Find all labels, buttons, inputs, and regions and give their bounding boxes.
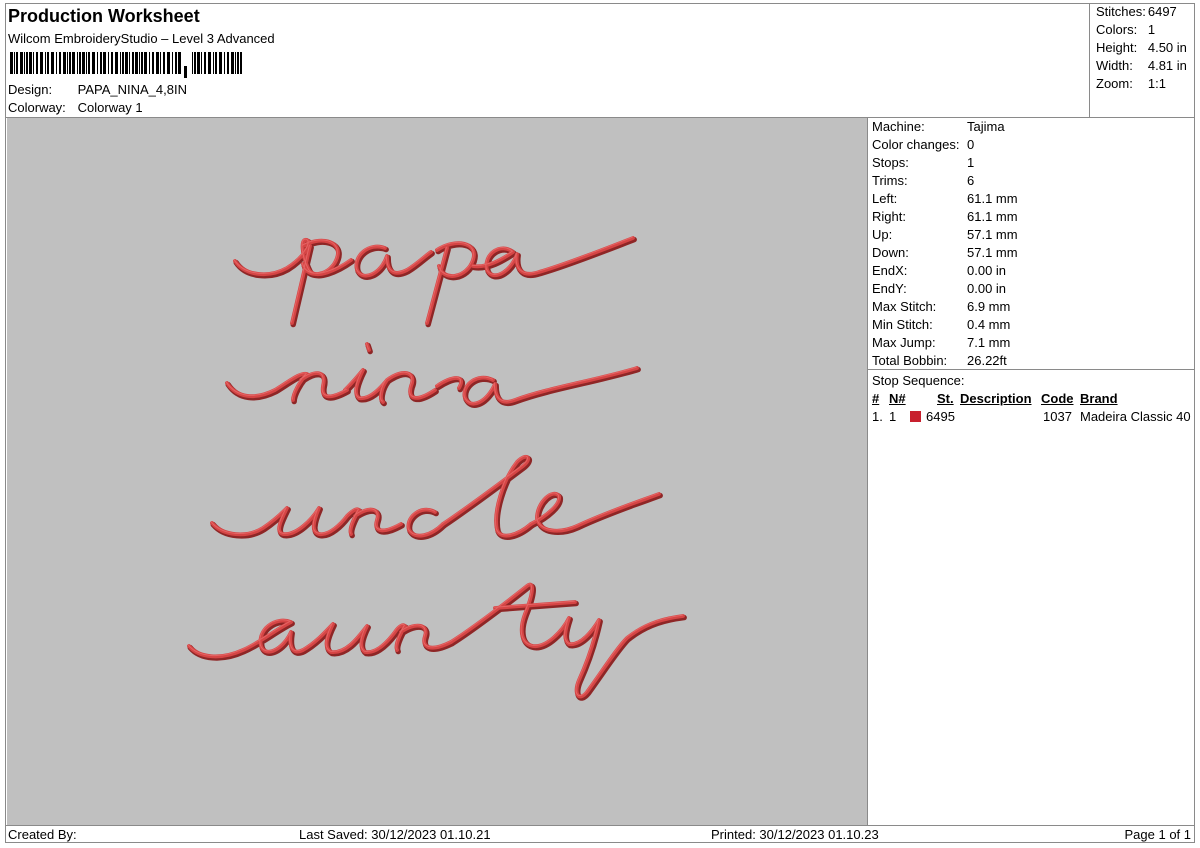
machine-info-label: Min Stitch: [872,317,933,332]
col-code: Code [1041,391,1074,406]
machine-info-row: Color changes: 0 [868,136,1018,154]
summary-label: Colors: [1096,22,1138,37]
machine-info-value: 7.1 mm [967,335,1011,350]
machine-info-label: Trims: [872,173,908,188]
machine-info-row: Right: 61.1 mm [868,208,1018,226]
design-preview [7,118,868,825]
machine-info-row: Total Bobbin: 26.22ft [868,352,1018,370]
design-value: PAPA_NINA_4,8IN [77,82,187,97]
stop-sequence: Stop Sequence: # N# St. Description Code… [872,372,1192,426]
machine-info-label: Stops: [872,155,909,170]
machine-info-label: EndX: [872,263,908,278]
machine-info-value: 0.00 in [967,281,1007,296]
machine-info-label: Machine: [872,119,925,134]
summary-row: Stitches: 6497 [1090,3,1187,21]
col-description: Description [960,391,1032,406]
software-name: Wilcom EmbroideryStudio – Level 3 Advanc… [8,31,275,46]
stop-brand: Madeira Classic 40 [1080,409,1191,424]
page-number: Page 1 of 1 [1124,827,1192,842]
stop-row: 1. 1 6495 1037 Madeira Classic 40 [872,408,1192,426]
summary-row: Colors: 1 [1090,21,1187,39]
machine-info-row: Max Stitch: 6.9 mm [868,298,1018,316]
machine-info-label: Max Stitch: [872,299,937,314]
footer: Created By: Last Saved: 30/12/2023 01.10… [5,825,1195,844]
machine-info-value: 0.00 in [967,263,1007,278]
colorway-label: Colorway: [8,100,66,115]
design-summary: Stitches: 6497 Colors: 1 Height: 4.50 in Wi… [1089,3,1195,117]
machine-info-label: EndY: [872,281,907,296]
summary-label: Zoom: [1096,76,1133,91]
summary-row: Width: 4.81 in [1090,57,1187,75]
machine-info-label: Up: [872,227,893,242]
barcode [10,52,242,78]
machine-info-row: Machine: Tajima [868,118,1018,136]
machine-info-label: Total Bobbin: [872,353,948,368]
design-row: Design: PAPA_NINA_4,8IN [8,82,187,97]
summary-value: 1 [1147,22,1156,37]
stop-index: 1. [872,409,883,424]
machine-info-row: Max Jump: 7.1 mm [868,334,1018,352]
thread-color-swatch [910,411,921,422]
col-brand: Brand [1080,391,1118,406]
summary-label: Height: [1096,40,1138,55]
machine-info-value: 6 [967,173,975,188]
machine-info-value: 26.22ft [967,353,1007,368]
summary-row: Height: 4.50 in [1090,39,1187,57]
machine-info-value: 61.1 mm [967,191,1018,206]
embroidery-artwork [187,236,867,825]
summary-label: Stitches: [1096,4,1146,19]
machine-info-value: 0.4 mm [967,317,1011,332]
machine-info-panel: Machine: Tajima Color changes: 0 Stops: 1 Trim… [868,118,1195,825]
stop-sequence-header: # N# St. Description Code Brand [872,390,1192,408]
last-saved: Last Saved: 30/12/2023 01.10.21 [299,827,491,842]
summary-value: 4.50 in [1147,40,1187,55]
summary-label: Width: [1096,58,1133,73]
machine-info-row: Trims: 6 [868,172,1018,190]
machine-info-label: Right: [872,209,906,224]
colorway-value: Colorway 1 [77,100,143,115]
summary-value: 1:1 [1147,76,1166,91]
stop-code: 1037 [1043,409,1072,424]
stop-sequence-title: Stop Sequence: [872,373,965,388]
machine-info-label: Down: [872,245,909,260]
machine-info-row: EndX: 0.00 in [868,262,1018,280]
machine-info-label: Left: [872,191,898,206]
machine-info-label: Color changes: [872,137,960,152]
machine-info-label: Max Jump: [872,335,936,350]
machine-info-value: 1 [967,155,975,170]
col-needle: N# [889,391,906,406]
col-index: # [872,391,880,406]
machine-info-value: 61.1 mm [967,209,1018,224]
design-label: Design: [8,82,53,97]
summary-value: 4.81 in [1147,58,1187,73]
machine-info-row: Min Stitch: 0.4 mm [868,316,1018,334]
created-by: Created By: [8,827,77,842]
page-title: Production Worksheet [8,6,200,26]
machine-info-value: Tajima [967,119,1005,134]
stop-sequence-divider [868,369,1195,370]
stop-needle: 1 [889,409,897,424]
colorway-row: Colorway: Colorway 1 [8,100,143,115]
printed-date: Printed: 30/12/2023 01.10.23 [711,827,879,842]
machine-info-row: Up: 57.1 mm [868,226,1018,244]
machine-info-value: 6.9 mm [967,299,1011,314]
machine-info-value: 57.1 mm [967,227,1018,242]
summary-value: 6497 [1147,4,1177,19]
machine-info-value: 57.1 mm [967,245,1018,260]
machine-info-value: 0 [967,137,975,152]
stop-stitches: 6495 [926,409,955,424]
machine-info-row: EndY: 0.00 in [868,280,1018,298]
col-stitches: St. [937,391,954,406]
machine-info-row: Down: 57.1 mm [868,244,1018,262]
machine-info-row: Stops: 1 [868,154,1018,172]
machine-info-row: Left: 61.1 mm [868,190,1018,208]
summary-row: Zoom: 1:1 [1090,75,1187,93]
